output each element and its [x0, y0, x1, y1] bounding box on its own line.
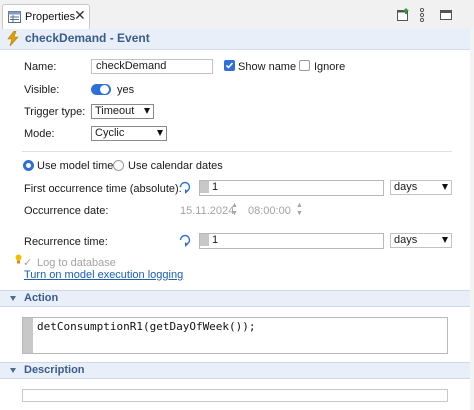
mode-value: Cyclic — [95, 127, 125, 139]
date-stepper-icon[interactable]: ▲ ▼ — [231, 202, 238, 218]
visible-value: yes — [117, 84, 135, 96]
first-occurrence-label: First occurrence time (absolute): — [24, 183, 182, 195]
ignore-checkbox[interactable] — [299, 60, 310, 71]
lightning-bolt-icon — [7, 30, 19, 49]
page-title: checkDemand - Event — [25, 31, 150, 45]
use-model-time-radio[interactable] — [23, 160, 34, 171]
name-field[interactable]: checkDemand — [91, 59, 213, 74]
visible-label: Visible: — [24, 84, 60, 96]
recurrence-unit-select[interactable]: days — [390, 233, 452, 248]
first-occurrence-value: 1 — [212, 181, 219, 193]
first-occurrence-field[interactable]: 1 — [199, 180, 384, 196]
show-name-checkbox[interactable] — [224, 60, 235, 71]
recurrence-time-label: Recurrence time: — [24, 236, 108, 248]
action-code-editor[interactable]: detConsumptionR1(getDayOfWeek()); — [22, 317, 448, 354]
more-vertical-icon[interactable] — [419, 7, 425, 25]
chevron-down-icon — [10, 296, 16, 301]
action-section-title: Action — [24, 292, 59, 304]
use-calendar-dates-label: Use calendar dates — [128, 160, 223, 172]
action-code: detConsumptionR1(getDayOfWeek()); — [37, 320, 256, 333]
use-calendar-dates-radio[interactable] — [113, 160, 124, 171]
occurrence-date-value[interactable]: 15.11.2024 — [180, 205, 234, 217]
first-occurrence-unit-select[interactable]: days — [390, 180, 452, 195]
name-label: Name: — [24, 61, 57, 73]
chevron-down-icon — [10, 368, 16, 373]
chevron-down-icon — [144, 108, 150, 114]
scroll-gutter — [470, 29, 474, 410]
refresh-icon[interactable] — [178, 180, 192, 197]
tab-properties[interactable]: Properties ✕ — [2, 4, 90, 30]
chevron-down-icon — [442, 237, 448, 243]
ignore-label: Ignore — [314, 61, 346, 73]
tab-bar: Properties ✕ — [0, 0, 474, 30]
chevron-down-icon — [442, 184, 448, 190]
close-icon[interactable]: ✕ — [74, 8, 86, 22]
chevron-down-icon — [157, 130, 163, 136]
first-occurrence-unit: days — [394, 181, 418, 193]
refresh-icon[interactable] — [178, 233, 192, 250]
time-stepper-icon[interactable]: ▲ ▼ — [296, 202, 303, 218]
mode-label: Mode: — [24, 128, 55, 140]
minimize-icon[interactable] — [440, 10, 452, 23]
properties-header: checkDemand - Event — [0, 29, 474, 50]
new-view-icon[interactable] — [397, 8, 410, 24]
visible-toggle[interactable] — [91, 84, 111, 95]
recurrence-time-value: 1 — [212, 234, 219, 246]
log-to-database-label: Log to database — [37, 257, 116, 269]
trigger-type-value: Timeout — [95, 105, 135, 117]
trigger-type-label: Trigger type: — [24, 106, 86, 118]
turn-on-logging-link[interactable]: Turn on model execution logging — [24, 269, 183, 281]
description-section-header[interactable]: Description — [0, 362, 470, 379]
mode-select[interactable]: Cyclic — [91, 126, 167, 141]
recurrence-time-field[interactable]: 1 — [199, 233, 384, 249]
log-to-database-checkbox[interactable]: ✓ — [23, 256, 32, 269]
trigger-type-select[interactable]: Timeout — [91, 104, 154, 119]
recurrence-unit: days — [394, 234, 418, 246]
occurrence-time-value[interactable]: 08:00:00 — [248, 205, 291, 217]
properties-panel-icon — [8, 11, 21, 26]
divider — [22, 151, 452, 152]
lightbulb-icon — [15, 254, 22, 267]
show-name-label: Show name — [238, 61, 297, 73]
description-field[interactable] — [22, 389, 448, 402]
action-section-header[interactable]: Action — [0, 290, 470, 307]
tab-label: Properties — [25, 11, 76, 23]
occurrence-date-label: Occurrence date: — [24, 205, 109, 217]
description-section-title: Description — [24, 364, 85, 376]
use-model-time-label: Use model time — [37, 160, 114, 172]
